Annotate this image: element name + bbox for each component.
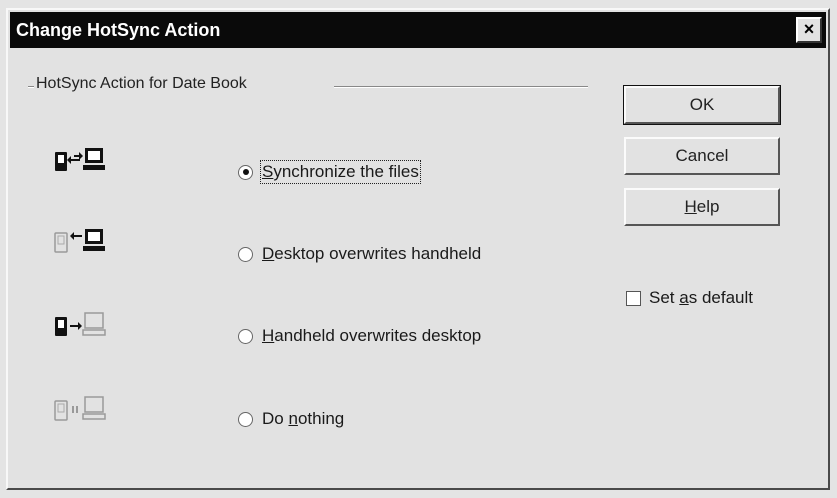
desktop-to-handheld-icon [54, 229, 105, 253]
set-as-default-checkbox[interactable] [626, 290, 641, 306]
option-handheld-overwrites[interactable]: Handheld overwrites desktop [238, 323, 481, 349]
do-nothing-icon [54, 396, 106, 421]
radio-label-do-nothing: Do nothing [262, 409, 345, 428]
group-label: HotSync Action for Date Book [36, 75, 247, 92]
option-synchronize[interactable]: Synchronize the files [238, 159, 421, 185]
set-as-default-option[interactable]: Set as default [626, 287, 753, 309]
radio-synchronize[interactable] [238, 164, 253, 180]
radio-label-synchronize: Synchronize the files [260, 160, 421, 184]
cancel-button[interactable]: Cancel [624, 137, 780, 175]
ok-button[interactable]: OK [624, 86, 780, 124]
window-title: Change HotSync Action [16, 20, 221, 40]
radio-desktop-overwrites[interactable] [238, 246, 253, 262]
sync-both-icon [55, 148, 105, 171]
option-desktop-overwrites[interactable]: Desktop overwrites handheld [238, 241, 481, 267]
group-divider-right [334, 86, 588, 88]
group-divider-left [28, 86, 34, 88]
radio-label-handheld-overwrites: Handheld overwrites desktop [262, 326, 482, 345]
radio-handheld-overwrites[interactable] [238, 328, 253, 344]
close-button[interactable]: × [796, 17, 822, 43]
option-do-nothing[interactable]: Do nothing [238, 406, 344, 432]
title-bar: Change HotSync Action × [10, 12, 826, 48]
radio-do-nothing[interactable] [238, 411, 253, 427]
set-as-default-label: Set as default [649, 288, 753, 307]
radio-label-desktop-overwrites: Desktop overwrites handheld [262, 244, 482, 263]
help-button[interactable]: Help [624, 188, 780, 226]
handheld-to-desktop-icon [55, 312, 106, 336]
